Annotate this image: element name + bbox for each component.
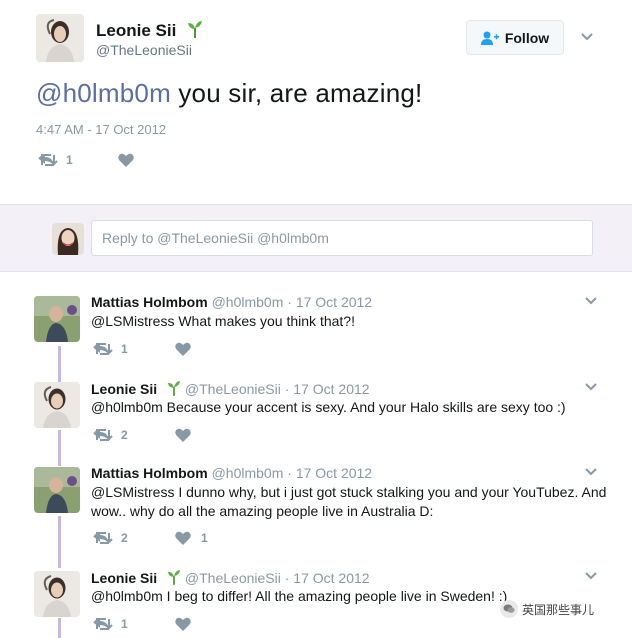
reply-count: 1: [121, 617, 128, 631]
reply-composer: Reply to @TheLeonieSii @h0lmb0m: [0, 204, 632, 272]
watermark-text: 英国那些事儿: [522, 602, 595, 617]
mention-link[interactable]: @h0lmb0m: [36, 78, 171, 108]
author-handle[interactable]: @h0lmb0m: [212, 294, 284, 310]
chevron-down-icon[interactable]: [580, 32, 594, 42]
reply-button[interactable]: 2: [93, 531, 177, 545]
author-handle[interactable]: @h0lmb0m: [212, 465, 284, 481]
chevron-down-icon[interactable]: [584, 296, 598, 306]
author-name-text[interactable]: Leonie Sii: [96, 21, 176, 40]
reply-date[interactable]: · 17 Oct 2012: [285, 570, 370, 586]
follow-button[interactable]: Follow: [466, 20, 564, 55]
reply-icon: [39, 154, 54, 166]
reply-button[interactable]: 2: [93, 428, 177, 442]
reply-count: 2: [121, 531, 128, 545]
reply-icon: [94, 618, 109, 630]
follow-label: Follow: [504, 29, 550, 46]
reply-icon: [94, 429, 109, 441]
sprout-icon: [188, 21, 203, 38]
tweet-actions: 2: [93, 428, 201, 442]
current-user-avatar: [52, 223, 84, 255]
thread-line: [58, 516, 61, 568]
avatar[interactable]: [34, 296, 80, 342]
reply-text: @LSMistress What makes you think that?!: [91, 313, 355, 329]
avatar[interactable]: [36, 14, 84, 62]
reply-date[interactable]: · 17 Oct 2012: [285, 381, 370, 397]
heart-icon: [175, 531, 191, 545]
chevron-down-icon[interactable]: [584, 571, 598, 581]
like-button[interactable]: 1: [175, 531, 208, 545]
reply-count: 2: [121, 428, 128, 442]
tweet-text: @h0lmb0m you sir, are amazing!: [36, 78, 422, 109]
watermark: 英国那些事儿: [500, 600, 594, 618]
sprout-icon: [167, 381, 181, 396]
author-name[interactable]: Leonie Sii @TheLeonieSii · 17 Oct 2012: [91, 380, 370, 397]
reply-button[interactable]: 1: [93, 617, 177, 631]
add-user-icon: [480, 31, 499, 45]
heart-icon: [118, 153, 134, 167]
heart-icon: [175, 342, 191, 356]
reply-text: @h0lmb0m Because your accent is sexy. An…: [91, 399, 566, 415]
chevron-down-icon[interactable]: [584, 467, 598, 477]
author-name[interactable]: Mattias Holmbom @h0lmb0m · 17 Oct 2012: [91, 465, 372, 481]
reply-icon: [94, 532, 109, 544]
tweet-actions: 1: [38, 153, 144, 167]
reply-date[interactable]: · 17 Oct 2012: [287, 465, 372, 481]
thread-line: [58, 430, 61, 466]
thread-line: [58, 346, 61, 382]
author-handle[interactable]: @TheLeonieSii: [185, 381, 281, 397]
reply-count: 1: [66, 153, 73, 167]
thread-line: [58, 618, 61, 638]
author-name-text[interactable]: Leonie Sii: [91, 570, 157, 586]
reply-button[interactable]: 1: [38, 153, 120, 167]
avatar[interactable]: [34, 571, 80, 617]
author-name-text[interactable]: Leonie Sii: [91, 381, 157, 397]
tweet-actions: 1: [93, 342, 201, 356]
tweet-timestamp[interactable]: 4:47 AM - 17 Oct 2012: [36, 122, 166, 137]
tweet-actions: 1: [93, 617, 201, 631]
reply-button[interactable]: 1: [93, 342, 177, 356]
sprout-icon: [167, 570, 181, 585]
reply-date[interactable]: · 17 Oct 2012: [287, 294, 372, 310]
author-name[interactable]: Leonie Sii: [96, 20, 203, 41]
author-name-text[interactable]: Mattias Holmbom: [91, 294, 208, 310]
reply-count: 1: [121, 342, 128, 356]
author-name[interactable]: Mattias Holmbom @h0lmb0m · 17 Oct 2012: [91, 294, 372, 310]
like-count: 1: [201, 531, 208, 545]
author-name[interactable]: Leonie Sii @TheLeonieSii · 17 Oct 2012: [91, 569, 370, 586]
tweet-actions: 2 1: [93, 531, 208, 545]
wechat-icon: [500, 600, 518, 618]
main-tweet: Leonie Sii @TheLeonieSii Follow @h0lmb0m…: [0, 0, 632, 204]
heart-icon: [175, 428, 191, 442]
avatar[interactable]: [34, 382, 80, 428]
reply-text: @LSMistress I dunno why, but i just got …: [91, 484, 607, 519]
author-handle[interactable]: @TheLeonieSii: [96, 42, 192, 58]
chevron-down-icon[interactable]: [584, 382, 598, 392]
reply-icon: [94, 343, 109, 355]
like-button[interactable]: [175, 617, 201, 631]
author-handle[interactable]: @TheLeonieSii: [185, 570, 281, 586]
reply-placeholder: Reply to @TheLeonieSii @h0lmb0m: [102, 230, 329, 246]
tweet-body: you sir, are amazing!: [170, 78, 423, 108]
like-button[interactable]: [175, 342, 201, 356]
like-button[interactable]: [175, 428, 201, 442]
avatar[interactable]: [34, 467, 80, 513]
reply-input[interactable]: Reply to @TheLeonieSii @h0lmb0m: [91, 220, 593, 256]
author-name-text[interactable]: Mattias Holmbom: [91, 465, 208, 481]
like-button[interactable]: [118, 153, 144, 167]
heart-icon: [175, 617, 191, 631]
